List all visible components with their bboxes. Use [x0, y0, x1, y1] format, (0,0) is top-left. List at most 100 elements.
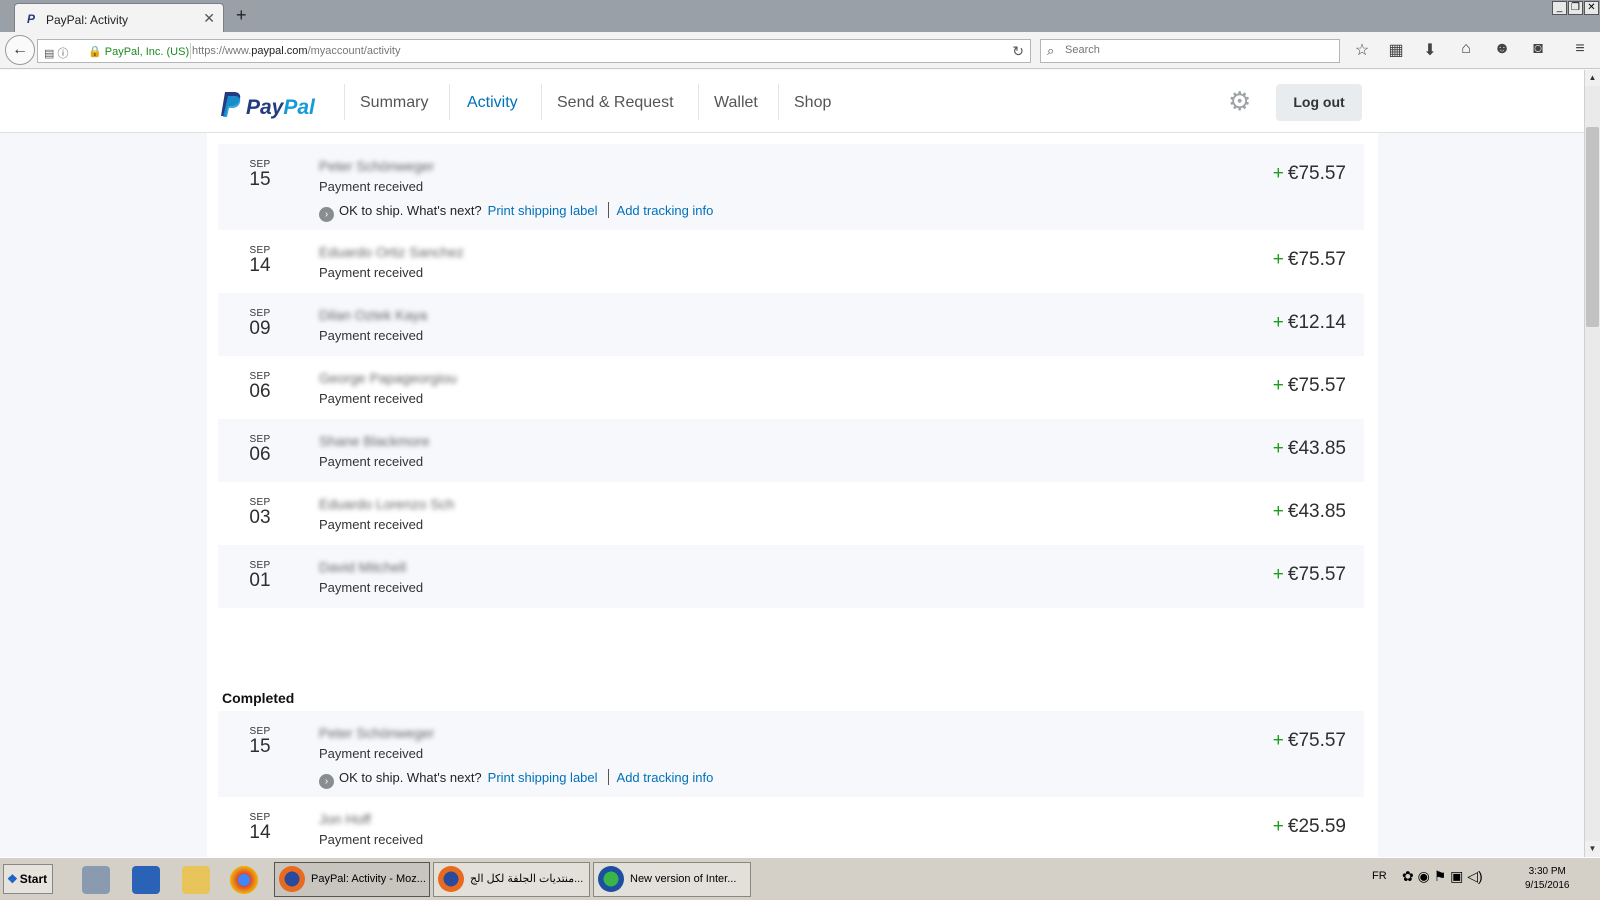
taskbar-window-firefox-paypal[interactable]: PayPal: Activity - Moz...: [274, 862, 430, 897]
nav-summary[interactable]: Summary: [360, 94, 428, 112]
address-bar[interactable]: ▤ ⓘ 🔒 PayPal, Inc. (US) https://www.payp…: [37, 39, 1031, 63]
nav-divider: [541, 84, 542, 120]
menu-icon[interactable]: ≡: [1570, 40, 1590, 58]
nav-send-request[interactable]: Send & Request: [557, 94, 674, 112]
counterparty-name: Jon Hoff: [319, 811, 371, 827]
paypal-logo-icon: [221, 92, 241, 117]
transaction-amount: + €12.14: [1272, 312, 1346, 333]
site-identity[interactable]: 🔒 PayPal, Inc. (US): [88, 45, 189, 58]
counterparty-name: David Mitchell: [319, 559, 407, 575]
scroll-down-icon[interactable]: ▼: [1585, 841, 1600, 857]
print-shipping-label-link[interactable]: Print shipping label: [488, 770, 598, 785]
transaction-row[interactable]: SEP 01 David Mitchell Payment received + €75.…: [218, 545, 1364, 608]
download-manager-icon: [598, 866, 624, 892]
plus-icon: +: [1272, 730, 1284, 751]
transaction-day: 09: [249, 318, 271, 339]
counterparty-name: George Papageorgiou: [319, 370, 457, 386]
search-input[interactable]: [1065, 44, 1325, 56]
transaction-row[interactable]: SEP 09 Dilan Oztek Kaya Payment received + €1…: [218, 293, 1364, 356]
paypal-header: PayPal Summary Activity Send & Request W…: [0, 70, 1584, 133]
windows-flag-icon: ❖: [7, 872, 18, 886]
reload-icon[interactable]: ↻: [1012, 43, 1024, 60]
browser-titlebar: P PayPal: Activity ✕ + _ ❐ ✕: [0, 0, 1600, 32]
window-close-icon[interactable]: ✕: [1584, 1, 1599, 15]
new-tab-icon[interactable]: +: [236, 5, 247, 26]
nav-divider: [698, 84, 699, 120]
transaction-row[interactable]: SEP 06 Shane Blackmore Payment received + €43…: [218, 419, 1364, 482]
language-indicator[interactable]: FR: [1372, 870, 1387, 882]
transaction-day: 14: [249, 822, 271, 843]
home-icon[interactable]: ⌂: [1456, 40, 1476, 58]
nav-wallet[interactable]: Wallet: [714, 94, 758, 112]
add-tracking-info-link[interactable]: Add tracking info: [617, 770, 714, 785]
transaction-row[interactable]: SEP 14 Eduardo Ortiz Sanchez Payment receiv…: [218, 230, 1364, 293]
shipping-actions: › OK to ship. What's next? Print shipping …: [319, 202, 713, 222]
print-shipping-label-link[interactable]: Print shipping label: [488, 203, 598, 218]
vertical-scrollbar[interactable]: ▲ ▼: [1584, 70, 1600, 857]
transaction-row[interactable]: SEP 14 Jon Hoff Payment received + €25.59: [218, 797, 1364, 857]
link-divider: [607, 202, 609, 218]
firefox-icon: [438, 866, 464, 892]
transaction-row[interactable]: SEP 06 George Papageorgiou Payment received…: [218, 356, 1364, 419]
settings-gear-icon[interactable]: ⚙: [1228, 86, 1251, 117]
scrollbar-thumb[interactable]: [1586, 127, 1599, 327]
minimize-icon[interactable]: _: [1552, 1, 1567, 15]
url-text[interactable]: https://www.paypal.com/myaccount/activit…: [192, 45, 400, 57]
firefox-icon: [279, 866, 305, 892]
counterparty-name: Eduardo Ortiz Sanchez: [319, 244, 464, 260]
info-icon[interactable]: ▤ ⓘ: [44, 45, 68, 61]
transaction-day: 14: [249, 255, 271, 276]
system-clock[interactable]: 3:30 PM 9/15/2016: [1525, 865, 1570, 893]
transaction-day: 03: [249, 507, 271, 528]
paypal-favicon-icon: P: [27, 12, 36, 26]
transaction-type: Payment received: [319, 517, 424, 532]
back-arrow-icon[interactable]: ←: [5, 35, 35, 65]
browser-search[interactable]: ⌕: [1040, 39, 1340, 63]
tray-network-icon[interactable]: ✿ ◉ ⚑ ▣ ◁): [1402, 868, 1483, 885]
plus-icon: +: [1272, 312, 1284, 333]
transaction-row[interactable]: SEP 03 Eduardo Lorenzo Sch Payment received…: [218, 482, 1364, 545]
transaction-day: 06: [249, 381, 271, 402]
shipping-actions: › OK to ship. What's next? Print shipping …: [319, 769, 713, 789]
chrome-icon[interactable]: [230, 866, 258, 894]
transaction-type: Payment received: [319, 265, 424, 280]
chevron-right-icon: ›: [319, 774, 334, 789]
taskbar-window-idm[interactable]: New version of Inter...: [593, 862, 751, 897]
scroll-up-icon[interactable]: ▲: [1585, 70, 1600, 86]
transaction-type: Payment received: [319, 179, 424, 194]
powershell-icon[interactable]: [132, 866, 160, 894]
transaction-row[interactable]: SEP 15 Peter Schönweger Payment received + €7…: [218, 144, 1364, 230]
page-content: PayPal Summary Activity Send & Request W…: [0, 70, 1584, 857]
browser-toolbar: ← ▤ ⓘ 🔒 PayPal, Inc. (US) https://www.pa…: [0, 32, 1600, 69]
computer-icon[interactable]: [82, 866, 110, 894]
transaction-amount: + €43.85: [1272, 501, 1346, 522]
transaction-type: Payment received: [319, 580, 424, 595]
transaction-amount: + €43.85: [1272, 438, 1346, 459]
restore-icon[interactable]: ❐: [1568, 1, 1583, 15]
browser-tab[interactable]: P PayPal: Activity ✕: [14, 3, 224, 32]
counterparty-name: Shane Blackmore: [319, 433, 430, 449]
reading-list-icon[interactable]: ▦: [1386, 40, 1406, 60]
tab-close-icon[interactable]: ✕: [203, 10, 215, 27]
start-button[interactable]: ❖ Start: [3, 864, 53, 894]
chat-icon[interactable]: ☻: [1492, 40, 1512, 58]
transaction-amount: + €75.57: [1272, 564, 1346, 585]
pocket-icon[interactable]: ◙: [1528, 40, 1548, 58]
taskbar-window-firefox-forum[interactable]: منتديات الجلفة لكل الج...: [433, 862, 590, 897]
folder-icon[interactable]: [182, 866, 210, 894]
nav-shop[interactable]: Shop: [794, 94, 831, 112]
bookmark-star-icon[interactable]: ☆: [1352, 40, 1372, 60]
counterparty-name: Dilan Oztek Kaya: [319, 307, 428, 323]
transaction-row[interactable]: SEP 15 Peter Schönweger Payment received + €7…: [218, 711, 1364, 797]
transaction-amount: + €25.59: [1272, 816, 1346, 837]
counterparty-name: Eduardo Lorenzo Sch: [319, 496, 455, 512]
transaction-amount: + €75.57: [1272, 163, 1346, 184]
completed-section-title: Completed: [222, 690, 295, 706]
paypal-logo[interactable]: PayPal: [220, 88, 315, 120]
plus-icon: +: [1272, 438, 1284, 459]
add-tracking-info-link[interactable]: Add tracking info: [617, 203, 714, 218]
download-icon[interactable]: ⬇: [1420, 40, 1440, 60]
nav-activity[interactable]: Activity: [467, 94, 518, 112]
search-icon: ⌕: [1047, 43, 1055, 58]
logout-button[interactable]: Log out: [1276, 84, 1362, 121]
